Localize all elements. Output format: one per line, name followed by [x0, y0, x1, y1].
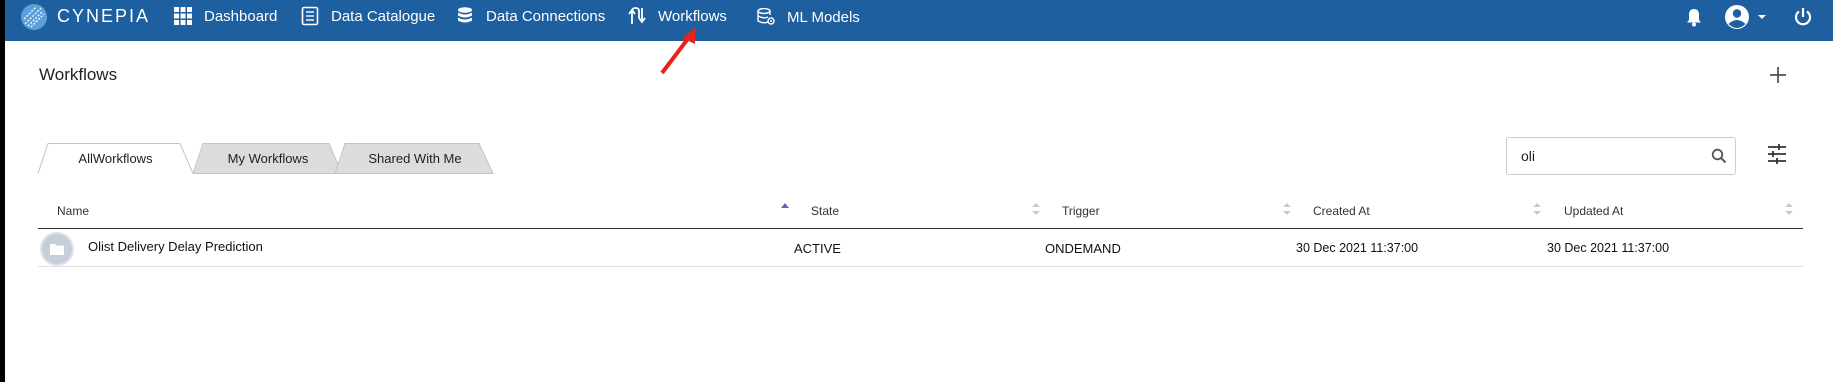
window-left-border	[0, 0, 5, 382]
search-icon[interactable]	[1711, 148, 1727, 164]
workflow-trigger: ONDEMAND	[1045, 241, 1121, 256]
logout-button[interactable]	[1793, 4, 1813, 30]
database-gear-icon	[757, 7, 775, 25]
column-header-updated-at[interactable]: Updated At	[1564, 204, 1623, 218]
column-header-state[interactable]: State	[811, 204, 839, 218]
document-list-icon	[301, 6, 319, 26]
nav-workflows[interactable]: Workflows	[627, 4, 727, 28]
bell-icon	[1687, 9, 1701, 27]
workflow-name-link[interactable]: Olist Delivery Delay Prediction	[88, 239, 263, 254]
sort-icon[interactable]	[1031, 201, 1041, 217]
nav-data-catalogue-label: Data Catalogue	[331, 7, 436, 25]
search-input[interactable]	[1521, 146, 1701, 166]
nav-workflows-label: Workflows	[658, 7, 727, 25]
tab-my-workflows-label: My Workflows	[227, 151, 309, 166]
column-header-created-at[interactable]: Created At	[1313, 204, 1370, 218]
nav-data-catalogue[interactable]: Data Catalogue	[300, 4, 435, 28]
workflow-updated-at: 30 Dec 2021 11:37:00	[1547, 241, 1670, 255]
tab-shared-with-me-label: Shared With Me	[368, 151, 462, 166]
tab-all-workflows[interactable]: AllWorkflows	[38, 143, 194, 174]
page-title: Workflows	[39, 65, 118, 84]
notifications-button[interactable]	[1685, 4, 1703, 30]
folder-icon	[50, 244, 64, 255]
nav-dashboard[interactable]: Dashboard	[173, 4, 277, 28]
top-navbar: CYNEPIA Dashboard Data Catalogue Data Co…	[5, 0, 1833, 41]
table-header: Name State Trigger Created At Updated At	[38, 195, 1803, 229]
workflow-created-at: 30 Dec 2021 11:37:00	[1296, 241, 1419, 255]
tab-all-workflows-label: AllWorkflows	[78, 151, 153, 166]
add-workflow-button[interactable]	[1766, 63, 1790, 87]
nav-data-connections[interactable]: Data Connections	[455, 4, 605, 28]
user-menu-button[interactable]	[1723, 4, 1769, 30]
tab-shared-with-me[interactable]: Shared With Me	[335, 143, 495, 174]
database-icon	[458, 7, 472, 23]
chevron-down-icon	[1758, 15, 1766, 19]
sort-icon[interactable]	[1282, 201, 1292, 217]
grid-icon	[174, 7, 192, 25]
filter-settings-button[interactable]	[1766, 143, 1788, 165]
sort-asc-active-icon[interactable]	[780, 201, 790, 217]
user-avatar-icon	[1725, 5, 1749, 29]
tab-my-workflows[interactable]: My Workflows	[193, 143, 343, 174]
workflow-arrows-icon	[628, 7, 646, 24]
column-header-trigger[interactable]: Trigger	[1062, 204, 1100, 218]
table-row[interactable]: Olist Delivery Delay Prediction ACTIVE O…	[38, 229, 1803, 267]
column-header-name[interactable]: Name	[57, 204, 89, 218]
cynepia-logo-icon	[21, 3, 47, 30]
workflows-table: Name State Trigger Created At Updated At…	[38, 195, 1803, 267]
sort-icon[interactable]	[1532, 201, 1542, 217]
workflow-state: ACTIVE	[794, 241, 841, 256]
search-box	[1506, 137, 1736, 175]
brand-name: CYNEPIA	[57, 6, 151, 26]
power-icon	[1794, 8, 1812, 26]
nav-ml-models[interactable]: ML Models	[756, 5, 860, 29]
sort-icon[interactable]	[1784, 201, 1794, 217]
folder-avatar	[40, 232, 74, 266]
brand[interactable]: CYNEPIA	[19, 1, 150, 32]
nav-dashboard-label: Dashboard	[204, 7, 278, 25]
nav-data-connections-label: Data Connections	[486, 7, 606, 25]
nav-ml-models-label: ML Models	[787, 8, 860, 26]
